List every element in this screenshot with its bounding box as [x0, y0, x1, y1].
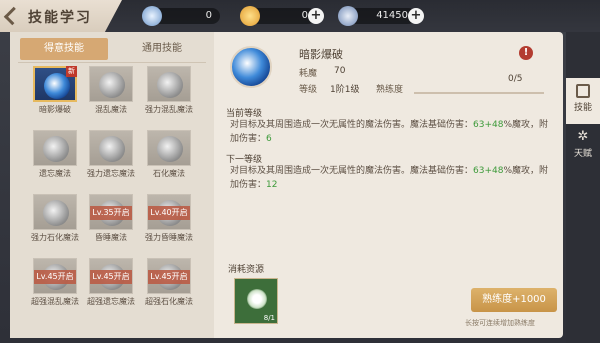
- proficiency-value: 0/5: [508, 74, 523, 84]
- skill-orb-icon: [43, 136, 69, 162]
- skill-slot[interactable]: Lv.35开启昏睡魔法: [86, 194, 136, 246]
- skill-slot[interactable]: 强力石化魔法: [30, 194, 80, 246]
- current-extra-damage: 6: [266, 134, 272, 144]
- skill-orb-icon: [99, 72, 125, 98]
- currency-gold: 0 +: [240, 6, 324, 26]
- skill-slot-name: 强力遗忘魔法: [87, 169, 135, 178]
- page-title: 技能学习: [28, 10, 92, 26]
- right-sidebar: 技能 ✲ 天赋: [566, 32, 600, 343]
- skill-slot-name: 超强混乱魔法: [31, 297, 79, 306]
- sidebar-talent-label: 天赋: [573, 149, 592, 159]
- skill-frame: Lv.45开启: [33, 258, 77, 294]
- skill-slot[interactable]: 新暗影爆破: [30, 66, 80, 118]
- currency-silver-value: 41450: [376, 10, 408, 21]
- sidebar-item-skills[interactable]: 技能: [566, 78, 600, 124]
- unlock-level-label: Lv.40开启: [148, 206, 190, 220]
- skill-name: 暗影爆破: [299, 48, 343, 61]
- long-press-hint: 长按可连续增加熟练度: [465, 319, 535, 327]
- skill-slot-name: 强力昏睡魔法: [145, 233, 193, 242]
- skill-book-icon: [576, 84, 590, 98]
- next-base-damage: 63+48: [473, 166, 504, 176]
- skill-frame: [147, 66, 191, 102]
- currency-diamond-value: 0: [205, 10, 212, 21]
- skill-slot[interactable]: Lv.45开启超强遗忘魔法: [86, 258, 136, 310]
- skill-slot-name: 昏睡魔法: [95, 233, 127, 242]
- talent-star-icon: ✲: [577, 129, 589, 144]
- tab-divider: [18, 62, 206, 63]
- skill-orb-icon: [99, 136, 125, 162]
- proficiency-label: 熟练度: [376, 85, 404, 95]
- next-extra-damage: 12: [266, 180, 278, 190]
- skill-slot-name: 遗忘魔法: [39, 169, 71, 178]
- skill-orb-icon: [43, 200, 69, 226]
- cost-label: 耗魔: [299, 69, 318, 79]
- skill-slot-name: 暗影爆破: [39, 105, 71, 114]
- next-level-description: 对目标及其周围造成一次无属性的魔法伤害。魔法基础伤害：63+48%魔攻，附加伤害…: [230, 164, 550, 192]
- unlock-level-label: Lv.45开启: [148, 270, 190, 284]
- skill-panel: 得意技能 通用技能 新暗影爆破 混乱魔法 强力混乱魔法 遗忘魔法 强力遗忘魔法 石化魔法强…: [10, 32, 563, 338]
- skill-slot[interactable]: Lv.45开启超强石化魔法: [144, 258, 194, 310]
- silver-coin-icon: [338, 6, 358, 26]
- sidebar-skills-label: 技能: [573, 103, 592, 113]
- resource-title: 消耗资源: [228, 265, 265, 275]
- skill-slot[interactable]: 石化魔法: [144, 130, 194, 182]
- add-silver-button[interactable]: +: [408, 8, 424, 24]
- skill-frame: [147, 130, 191, 166]
- skill-frame: [33, 194, 77, 230]
- level-value: 1阶1级: [330, 85, 360, 95]
- tab-signature-skills[interactable]: 得意技能: [20, 38, 108, 60]
- skill-frame: [89, 66, 133, 102]
- resource-count: 8/1: [263, 314, 275, 322]
- skill-orb-icon: [157, 72, 183, 98]
- currency-silver: 41450 +: [338, 6, 424, 26]
- resource-item[interactable]: 8/1: [234, 278, 278, 324]
- current-desc-text: 对目标及其周围造成一次无属性的魔法伤害。魔法基础伤害：: [230, 120, 474, 130]
- skill-frame: Lv.45开启: [89, 258, 133, 294]
- add-gold-button[interactable]: +: [308, 8, 324, 24]
- info-alert-icon[interactable]: !: [519, 46, 533, 60]
- skill-slot[interactable]: 遗忘魔法: [30, 130, 80, 182]
- top-bar: 技能学习 0 0 + 41450 +: [0, 0, 600, 32]
- skill-slot[interactable]: Lv.40开启强力昏睡魔法: [144, 194, 194, 246]
- flower-icon: [247, 289, 267, 309]
- tab-general-skills[interactable]: 通用技能: [118, 38, 206, 60]
- proficiency-bar: [414, 92, 544, 94]
- current-base-damage: 63+48: [473, 120, 504, 130]
- level-label: 等级: [299, 85, 318, 95]
- unlock-level-label: Lv.45开启: [34, 270, 76, 284]
- sidebar-item-talent[interactable]: ✲ 天赋: [566, 124, 600, 170]
- skill-frame: Lv.45开启: [147, 258, 191, 294]
- skill-frame: Lv.40开启: [147, 194, 191, 230]
- next-desc-text: 对目标及其周围造成一次无属性的魔法伤害。魔法基础伤害：: [230, 166, 474, 176]
- skill-slot[interactable]: Lv.45开启超强混乱魔法: [30, 258, 80, 310]
- skill-orb-icon: [157, 136, 183, 162]
- skill-frame: [89, 130, 133, 166]
- skill-detail: 暗影爆破 ! 耗魔 70 等级 1阶1级 熟练度 0/5 当前等级 对目标及其周…: [216, 32, 563, 338]
- gold-coin-icon: [240, 6, 260, 26]
- current-level-description: 对目标及其周围造成一次无属性的魔法伤害。魔法基础伤害：63+48%魔攻，附加伤害…: [230, 118, 550, 146]
- skill-slot[interactable]: 混乱魔法: [86, 66, 136, 118]
- skill-slot[interactable]: 强力遗忘魔法: [86, 130, 136, 182]
- skill-slot[interactable]: 强力混乱魔法: [144, 66, 194, 118]
- selected-skill-icon: [230, 46, 272, 88]
- skill-frame: [33, 130, 77, 166]
- skill-list-column: 得意技能 通用技能 新暗影爆破 混乱魔法 强力混乱魔法 遗忘魔法 强力遗忘魔法 石化魔法强…: [10, 32, 214, 338]
- skill-slot-name: 强力混乱魔法: [145, 105, 193, 114]
- skill-slot-name: 超强遗忘魔法: [87, 297, 135, 306]
- new-badge: 新: [66, 66, 77, 77]
- skill-frame: 新: [33, 66, 77, 102]
- skill-slot-name: 超强石化魔法: [145, 297, 193, 306]
- cost-value: 70: [334, 66, 346, 76]
- currency-diamond: 0: [142, 6, 220, 26]
- skill-frame: Lv.35开启: [89, 194, 133, 230]
- add-proficiency-button[interactable]: 熟练度+1000: [471, 288, 557, 312]
- skill-slot-name: 混乱魔法: [95, 105, 127, 114]
- diamond-icon: [142, 6, 162, 26]
- skill-slot-name: 石化魔法: [153, 169, 185, 178]
- skill-slot-name: 强力石化魔法: [31, 233, 79, 242]
- unlock-level-label: Lv.45开启: [90, 270, 132, 284]
- unlock-level-label: Lv.35开启: [90, 206, 132, 220]
